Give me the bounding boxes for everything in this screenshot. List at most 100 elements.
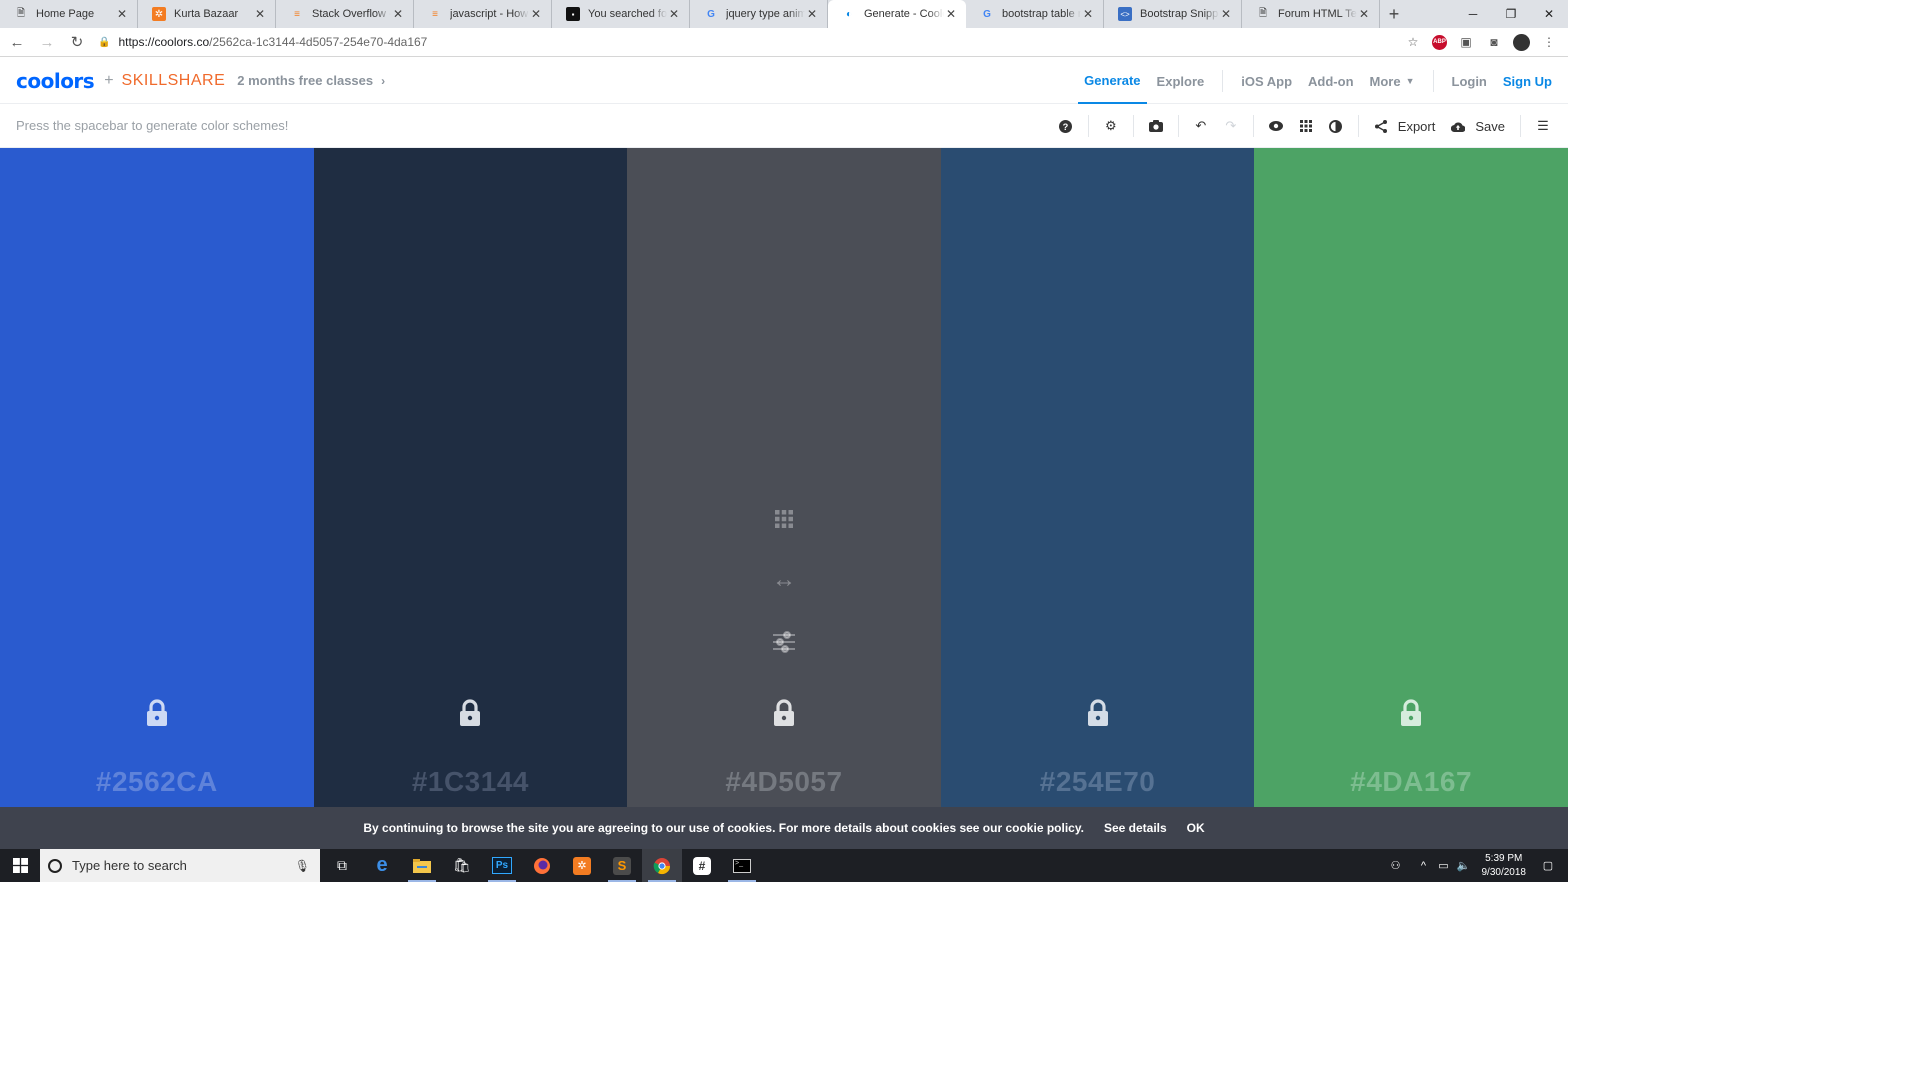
- nav-login[interactable]: Login: [1444, 58, 1495, 104]
- browser-tab[interactable]: 🗎 Home Page ✕: [0, 0, 138, 28]
- hex-code[interactable]: #2562CA: [0, 766, 314, 798]
- sublime-text-icon[interactable]: S: [602, 849, 642, 882]
- people-icon[interactable]: ⚇: [1386, 859, 1406, 872]
- close-tab-icon[interactable]: ✕: [944, 7, 958, 21]
- browser-tab[interactable]: 🗎 Forum HTML Temp✕: [1242, 0, 1380, 28]
- profile-avatar[interactable]: [1513, 33, 1530, 51]
- adblock-icon[interactable]: ABP: [1432, 34, 1447, 50]
- back-icon[interactable]: ←: [4, 29, 30, 55]
- shades-grid-icon[interactable]: [774, 510, 793, 528]
- lock-icon[interactable]: [145, 699, 169, 727]
- clock[interactable]: 5:39 PM 9/30/2018: [1482, 852, 1527, 880]
- close-tab-icon[interactable]: ✕: [529, 7, 543, 21]
- grid-icon[interactable]: [1291, 111, 1321, 141]
- color-swatch[interactable]: ↔ #4D5057: [627, 148, 941, 807]
- adjust-sliders-icon[interactable]: [772, 631, 795, 653]
- firefox-icon[interactable]: [522, 849, 562, 882]
- nav-more[interactable]: More ▼: [1362, 58, 1423, 104]
- photoshop-icon[interactable]: Ps: [482, 849, 522, 882]
- close-tab-icon[interactable]: ✕: [667, 7, 681, 21]
- windows-start-icon[interactable]: [0, 849, 40, 882]
- browser-tab[interactable]: ✲ Kurta Bazaar ✕: [138, 0, 276, 28]
- lock-icon[interactable]: [1399, 699, 1423, 727]
- coolors-logo[interactable]: coolors: [16, 69, 95, 93]
- minimize-icon[interactable]: ─: [1454, 0, 1492, 28]
- browser-tab[interactable]: <> Bootstrap Snippet f✕: [1104, 0, 1242, 28]
- forward-icon[interactable]: →: [34, 29, 60, 55]
- promo-link[interactable]: 2 months free classes ›: [237, 73, 385, 88]
- generator-toolbar: Press the spacebar to generate color sch…: [0, 104, 1568, 148]
- extension-icon[interactable]: ▣: [1457, 33, 1475, 51]
- close-tab-icon[interactable]: ✕: [1357, 7, 1371, 21]
- lock-icon[interactable]: [1086, 699, 1110, 727]
- terminal-icon[interactable]: >_: [722, 849, 762, 882]
- volume-icon[interactable]: 🔈: [1454, 859, 1474, 872]
- close-tab-icon[interactable]: ✕: [1219, 7, 1233, 21]
- export-button[interactable]: Export: [1398, 119, 1436, 134]
- close-window-icon[interactable]: ✕: [1530, 0, 1568, 28]
- browser-tab[interactable]: ≡ Stack Overflow - Wi✕: [276, 0, 414, 28]
- camera-extension-icon[interactable]: ◙: [1485, 33, 1503, 51]
- color-swatch[interactable]: #4DA167: [1254, 148, 1568, 807]
- lock-icon[interactable]: [458, 699, 482, 727]
- url-field[interactable]: 🔒 https://coolors.co/2562ca-1c3144-4d505…: [98, 35, 1404, 49]
- slack-icon[interactable]: #: [682, 849, 722, 882]
- file-explorer-icon[interactable]: [402, 849, 442, 882]
- store-icon[interactable]: 🛍: [442, 849, 482, 882]
- hex-code[interactable]: #254E70: [941, 766, 1255, 798]
- camera-icon[interactable]: [1141, 111, 1171, 141]
- color-blind-icon[interactable]: [1321, 111, 1351, 141]
- skillshare-logo[interactable]: SKILLSHARE: [122, 72, 226, 90]
- microphone-icon[interactable]: 🎙: [295, 859, 310, 873]
- hex-code[interactable]: #1C3144: [314, 766, 628, 798]
- view-eye-icon[interactable]: [1261, 111, 1291, 141]
- color-swatch[interactable]: #1C3144: [313, 148, 628, 807]
- network-icon[interactable]: ▭: [1434, 859, 1454, 872]
- page-icon: 🗎: [1258, 7, 1268, 19]
- nav-signup[interactable]: Sign Up: [1495, 58, 1560, 104]
- xampp-icon[interactable]: ✲: [562, 849, 602, 882]
- close-tab-icon[interactable]: ✕: [391, 7, 405, 21]
- action-center-icon[interactable]: ▢: [1538, 859, 1558, 872]
- undo-icon[interactable]: ↶: [1186, 111, 1216, 141]
- redo-icon[interactable]: ↷: [1216, 111, 1246, 141]
- hamburger-menu-icon[interactable]: ☰: [1528, 111, 1558, 141]
- nav-addon[interactable]: Add-on: [1300, 58, 1361, 104]
- close-tab-icon[interactable]: ✕: [1081, 7, 1095, 21]
- restore-icon[interactable]: ❐: [1492, 0, 1530, 28]
- help-icon[interactable]: ?: [1051, 111, 1081, 141]
- drag-arrows-icon[interactable]: ↔: [772, 566, 796, 594]
- color-swatch[interactable]: #254E70: [940, 148, 1255, 807]
- close-tab-icon[interactable]: ✕: [253, 7, 267, 21]
- share-icon[interactable]: [1366, 111, 1396, 141]
- tray-overflow-icon[interactable]: ^: [1414, 860, 1434, 872]
- close-tab-icon[interactable]: ✕: [115, 7, 129, 21]
- taskbar-search[interactable]: Type here to search 🎙: [40, 849, 320, 882]
- settings-gear-icon[interactable]: ⚙: [1096, 111, 1126, 141]
- color-swatch[interactable]: #2562CA: [0, 148, 314, 807]
- cookie-banner: By continuing to browse the site you are…: [0, 807, 1568, 849]
- browser-tab[interactable]: ≡ javascript - How to✕: [414, 0, 552, 28]
- nav-ios-app[interactable]: iOS App: [1233, 58, 1300, 104]
- cookie-ok-button[interactable]: OK: [1187, 821, 1205, 835]
- task-view-icon[interactable]: ⧉: [322, 849, 362, 882]
- browser-tab[interactable]: Gjquery type animati✕: [690, 0, 828, 28]
- chrome-icon[interactable]: [642, 849, 682, 882]
- bookmark-star-icon[interactable]: ☆: [1404, 33, 1422, 51]
- nav-explore[interactable]: Explore: [1149, 58, 1213, 104]
- new-tab-button[interactable]: +: [1380, 0, 1408, 28]
- reload-icon[interactable]: ↻: [64, 29, 90, 55]
- chrome-menu-icon[interactable]: ⋮: [1540, 33, 1558, 51]
- cloud-upload-icon[interactable]: [1443, 111, 1473, 141]
- nav-generate[interactable]: Generate: [1078, 58, 1147, 104]
- hex-code[interactable]: #4D5057: [627, 766, 941, 798]
- browser-tab[interactable]: Gbootstrap table resp✕: [966, 0, 1104, 28]
- close-tab-icon[interactable]: ✕: [805, 7, 819, 21]
- save-button[interactable]: Save: [1475, 119, 1505, 134]
- lock-icon[interactable]: [772, 699, 796, 727]
- hex-code[interactable]: #4DA167: [1254, 766, 1568, 798]
- edge-icon[interactable]: e: [362, 849, 402, 882]
- see-details-link[interactable]: See details: [1104, 821, 1167, 835]
- browser-tab[interactable]: ▪ You searched for re✕: [552, 0, 690, 28]
- browser-tab-active[interactable]: ◐ Generate - Coolors✕: [828, 0, 966, 28]
